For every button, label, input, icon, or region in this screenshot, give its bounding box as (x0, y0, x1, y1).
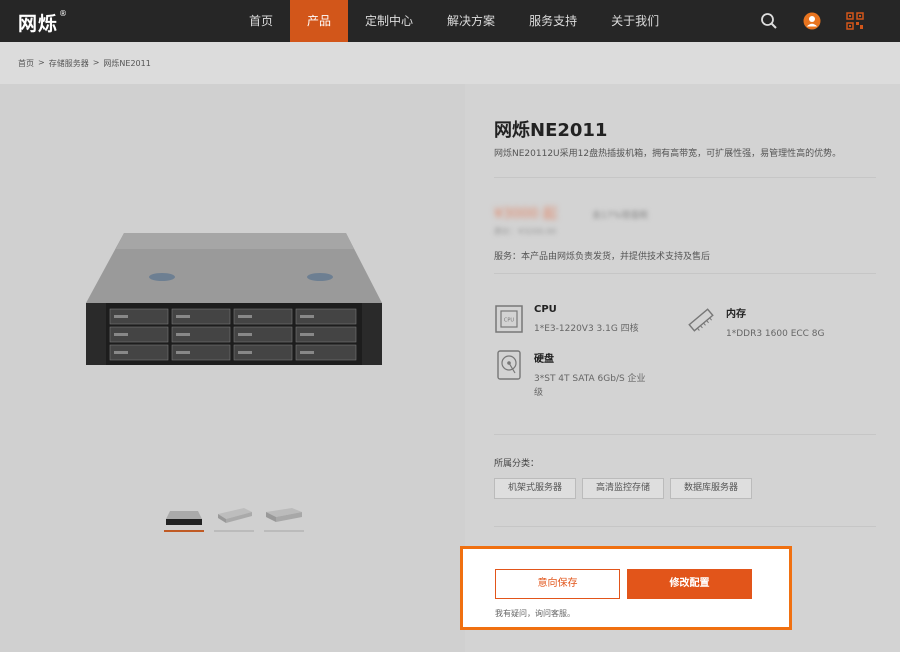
top-navbar: 网烁® 首页 产品 定制中心 解决方案 服务支持 关于我们 (0, 0, 900, 42)
tag-hd-storage[interactable]: 高清监控存储 (582, 478, 665, 499)
nav-support[interactable]: 服务支持 (512, 0, 594, 42)
thumbnail-strip (164, 502, 304, 532)
breadcrumb: 首页 > 存储服务器 > 网烁NE2011 (18, 58, 151, 69)
tag-database-server[interactable]: 数据库服务器 (670, 478, 753, 499)
thumbnail-angle[interactable] (214, 502, 254, 532)
divider (494, 273, 876, 274)
nav-home[interactable]: 首页 (232, 0, 290, 42)
breadcrumb-separator: > (92, 58, 100, 67)
spec-memory-value: 1*DDR3 1600 ECC 8G (726, 329, 825, 339)
modify-config-button[interactable]: 修改配置 (627, 569, 752, 599)
product-title: 网烁NE2011 (494, 120, 608, 141)
spec-disk: 硬盘 3*ST 4T SATA 6Gb/S 企业级 (494, 350, 646, 400)
nav-solutions[interactable]: 解决方案 (430, 0, 512, 42)
thumbnail-server-front-icon (166, 511, 202, 525)
product-image[interactable] (84, 189, 384, 369)
nav-products[interactable]: 产品 (290, 0, 349, 42)
breadcrumb-bar: 首页 > 存储服务器 > 网烁NE2011 (0, 42, 900, 84)
price-original: 原价：¥3200.00 (494, 227, 557, 236)
breadcrumb-home[interactable]: 首页 (18, 58, 34, 69)
cpu-icon: CPU (495, 305, 523, 333)
user-icon[interactable] (803, 12, 821, 30)
divider (494, 526, 876, 527)
divider (494, 177, 876, 178)
thumbnail-front[interactable] (164, 502, 204, 532)
breadcrumb-current: 网烁NE2011 (103, 59, 151, 68)
category-tags: 机架式服务器 高清监控存储 数据库服务器 (494, 478, 753, 499)
svg-text:CPU: CPU (504, 318, 515, 324)
cta-panel: 意向保存 修改配置 我有疑问，询问客服。 (460, 546, 792, 630)
main-nav: 首页 产品 定制中心 解决方案 服务支持 关于我们 (232, 0, 676, 42)
product-info: 网烁NE2011 网烁NE20112U采用12盘热插拔机箱，拥有高带宽，可扩展性… (494, 116, 884, 159)
thumbnail-rear[interactable] (264, 502, 304, 532)
category-label: 所属分类： (494, 459, 540, 469)
spec-memory-label: 内存 (726, 309, 746, 320)
ask-support-link[interactable]: 我有疑问，询问客服。 (495, 608, 575, 619)
thumbnail-server-angle-icon (218, 508, 252, 523)
nav-about[interactable]: 关于我们 (594, 0, 676, 42)
breadcrumb-category[interactable]: 存储服务器 (49, 58, 89, 69)
spec-cpu-value: 1*E3-1220V3 3.1G 四核 (534, 324, 639, 334)
divider (494, 434, 876, 435)
spec-disk-value: 3*ST 4T SATA 6Gb/S 企业级 (534, 374, 646, 398)
thumbnail-server-rear-icon (266, 508, 302, 522)
spec-cpu: CPU CPU 1*E3-1220V3 3.1G 四核 (494, 304, 639, 336)
spec-disk-label: 硬盘 (534, 354, 554, 365)
memory-icon (688, 308, 714, 332)
hard-disk-icon (497, 350, 521, 380)
price-tax-note: 含17%增值税 (592, 211, 649, 221)
brand-logo[interactable]: 网烁® (18, 9, 68, 36)
product-price: ¥3000 起 (494, 206, 557, 222)
tag-rack-server[interactable]: 机架式服务器 (494, 478, 577, 499)
search-icon[interactable] (760, 12, 778, 30)
qr-code-icon[interactable] (846, 12, 864, 30)
service-note: 服务：本产品由网烁负责发货，并提供技术支持及售后 (494, 252, 711, 262)
save-intent-button[interactable]: 意向保存 (495, 569, 620, 599)
breadcrumb-separator: > (38, 58, 45, 67)
product-subtitle: 网烁NE20112U采用12盘热插拔机箱，拥有高带宽，可扩展性强，易管理性高的优… (494, 149, 842, 159)
spec-memory: 内存 1*DDR3 1600 ECC 8G (686, 305, 825, 341)
spec-cpu-label: CPU (534, 304, 557, 315)
nav-custom-center[interactable]: 定制中心 (348, 0, 430, 42)
